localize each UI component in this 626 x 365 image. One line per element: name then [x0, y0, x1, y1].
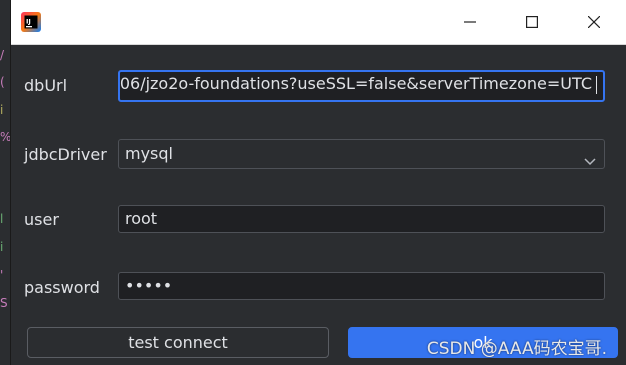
- dburl-value: 306/jzo2o-foundations?useSSL=false&serve…: [118, 74, 592, 93]
- maximize-icon: [526, 16, 538, 28]
- chevron-down-icon: [584, 148, 596, 176]
- jdbc-driver-label: jdbcDriver: [24, 145, 107, 164]
- close-button[interactable]: [567, 0, 621, 44]
- text-caret: [596, 75, 597, 94]
- password-value: •••••: [125, 276, 173, 295]
- minimize-icon: [464, 21, 476, 23]
- user-label: user: [24, 210, 59, 229]
- jdbc-driver-select[interactable]: mysql: [118, 139, 605, 169]
- password-label: password: [24, 278, 100, 297]
- user-value: root: [125, 209, 158, 228]
- maximize-button[interactable]: [505, 0, 559, 44]
- user-input[interactable]: root: [118, 205, 605, 233]
- password-input[interactable]: •••••: [118, 272, 605, 300]
- jdbc-driver-value: mysql: [125, 144, 173, 163]
- watermark-text: CSDN @AAA码农宝哥.: [426, 339, 607, 359]
- intellij-icon: IJ: [21, 12, 41, 32]
- title-bar: IJ: [11, 0, 626, 45]
- svg-text:IJ: IJ: [26, 18, 31, 26]
- dburl-label: dbUrl: [24, 76, 68, 95]
- minimize-button[interactable]: [443, 0, 497, 44]
- dburl-input[interactable]: 306/jzo2o-foundations?useSSL=false&serve…: [118, 70, 605, 102]
- database-connection-dialog: IJ dbUrl 306/jzo2o-foundations?useSSL=fa…: [10, 0, 626, 365]
- test-connect-button[interactable]: test connect: [27, 327, 329, 358]
- close-icon: [588, 16, 600, 28]
